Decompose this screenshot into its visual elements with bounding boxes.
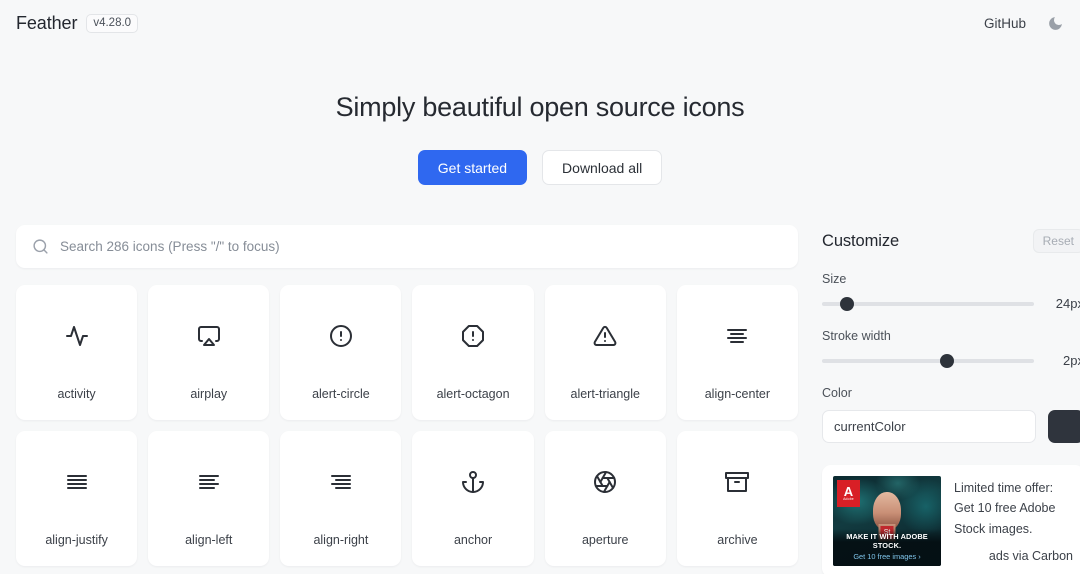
hero-actions: Get started Download all <box>0 150 1080 185</box>
adobe-logo-mark: A <box>844 486 853 497</box>
activity-icon <box>65 285 89 387</box>
customize-title: Customize <box>822 232 899 251</box>
header-actions: GitHub <box>984 15 1064 33</box>
icon-label: aperture <box>582 533 629 566</box>
icon-label: activity <box>57 387 95 420</box>
icon-label: alert-octagon <box>437 387 510 420</box>
size-value: 24px <box>1046 296 1080 311</box>
size-slider[interactable] <box>822 297 1034 311</box>
color-input[interactable] <box>822 410 1036 443</box>
alert-circle-icon <box>329 285 353 387</box>
icon-card-anchor[interactable]: anchor <box>412 431 533 566</box>
stroke-slider-thumb[interactable] <box>940 354 954 368</box>
aperture-icon <box>593 431 617 533</box>
ad-via-label[interactable]: ads via Carbon <box>954 549 1073 563</box>
icon-label: alert-circle <box>312 387 370 420</box>
icon-label: align-justify <box>45 533 108 566</box>
icon-label: airplay <box>190 387 227 420</box>
icons-column: activity airplay alert-circle alert-octa… <box>16 225 798 566</box>
get-started-button[interactable]: Get started <box>418 150 527 185</box>
brand: Feather v4.28.0 <box>16 13 138 34</box>
ad-image[interactable]: A Adobe St MAKE IT WITH ADOBE STOCK. Get… <box>833 476 941 566</box>
size-slider-row: 24px <box>822 296 1080 311</box>
brand-name: Feather <box>16 13 77 34</box>
icon-card-align-justify[interactable]: align-justify <box>16 431 137 566</box>
icon-label: align-right <box>313 533 368 566</box>
page-title: Simply beautiful open source icons <box>0 92 1080 123</box>
hero-section: Simply beautiful open source icons Get s… <box>0 47 1080 225</box>
color-swatch[interactable] <box>1048 410 1080 443</box>
ad-image-caption-line2: Get 10 free images › <box>833 552 941 561</box>
icon-card-align-center[interactable]: align-center <box>677 285 798 420</box>
customize-panel: Customize Reset Size 24px Stroke width 2… <box>822 225 1080 574</box>
icon-card-align-right[interactable]: align-right <box>280 431 401 566</box>
icon-grid: activity airplay alert-circle alert-octa… <box>16 285 798 566</box>
stroke-slider-row: 2px <box>822 353 1080 368</box>
alert-octagon-icon <box>461 285 485 387</box>
main-content: activity airplay alert-circle alert-octa… <box>0 225 1080 574</box>
icon-label: archive <box>717 533 757 566</box>
icon-card-alert-triangle[interactable]: alert-triangle <box>545 285 666 420</box>
stroke-width-label: Stroke width <box>822 329 1080 343</box>
download-all-button[interactable]: Download all <box>542 150 662 185</box>
icon-card-airplay[interactable]: airplay <box>148 285 269 420</box>
version-badge: v4.28.0 <box>86 14 138 34</box>
archive-icon <box>725 431 749 533</box>
airplay-icon <box>197 285 221 387</box>
site-header: Feather v4.28.0 GitHub <box>0 0 1080 47</box>
icon-card-alert-octagon[interactable]: alert-octagon <box>412 285 533 420</box>
size-slider-thumb[interactable] <box>840 297 854 311</box>
ad-text: Limited time offer: Get 10 free Adobe St… <box>954 476 1073 566</box>
moon-icon[interactable] <box>1046 15 1064 33</box>
github-link[interactable]: GitHub <box>984 16 1026 31</box>
search-box[interactable] <box>16 225 798 268</box>
customize-header: Customize Reset <box>822 229 1080 253</box>
align-left-icon <box>197 431 221 533</box>
stroke-slider-track <box>822 359 1034 363</box>
stroke-width-value: 2px <box>1046 353 1080 368</box>
ad-image-caption-line1: MAKE IT WITH ADOBE STOCK. <box>833 532 941 550</box>
stroke-width-slider[interactable] <box>822 354 1034 368</box>
adobe-logo-icon: A Adobe <box>837 480 860 507</box>
alert-triangle-icon <box>593 285 617 387</box>
reset-button[interactable]: Reset <box>1033 229 1080 253</box>
align-center-icon <box>725 285 749 387</box>
icon-label: align-left <box>185 533 232 566</box>
icon-card-archive[interactable]: archive <box>677 431 798 566</box>
icon-card-alert-circle[interactable]: alert-circle <box>280 285 401 420</box>
color-row <box>822 410 1080 443</box>
icon-label: alert-triangle <box>571 387 640 420</box>
size-label: Size <box>822 272 1080 286</box>
align-right-icon <box>329 431 353 533</box>
anchor-icon <box>461 431 485 533</box>
carbon-ad: A Adobe St MAKE IT WITH ADOBE STOCK. Get… <box>822 465 1080 574</box>
ad-headline[interactable]: Limited time offer: Get 10 free Adobe St… <box>954 478 1073 539</box>
ad-image-caption: MAKE IT WITH ADOBE STOCK. Get 10 free im… <box>833 529 941 566</box>
search-input[interactable] <box>60 239 782 254</box>
icon-card-aperture[interactable]: aperture <box>545 431 666 566</box>
icon-label: align-center <box>705 387 770 420</box>
icon-card-activity[interactable]: activity <box>16 285 137 420</box>
adobe-logo-word: Adobe <box>843 497 854 501</box>
search-icon <box>32 238 49 255</box>
align-justify-icon <box>65 431 89 533</box>
icon-card-align-left[interactable]: align-left <box>148 431 269 566</box>
icon-label: anchor <box>454 533 492 566</box>
color-label: Color <box>822 386 1080 400</box>
